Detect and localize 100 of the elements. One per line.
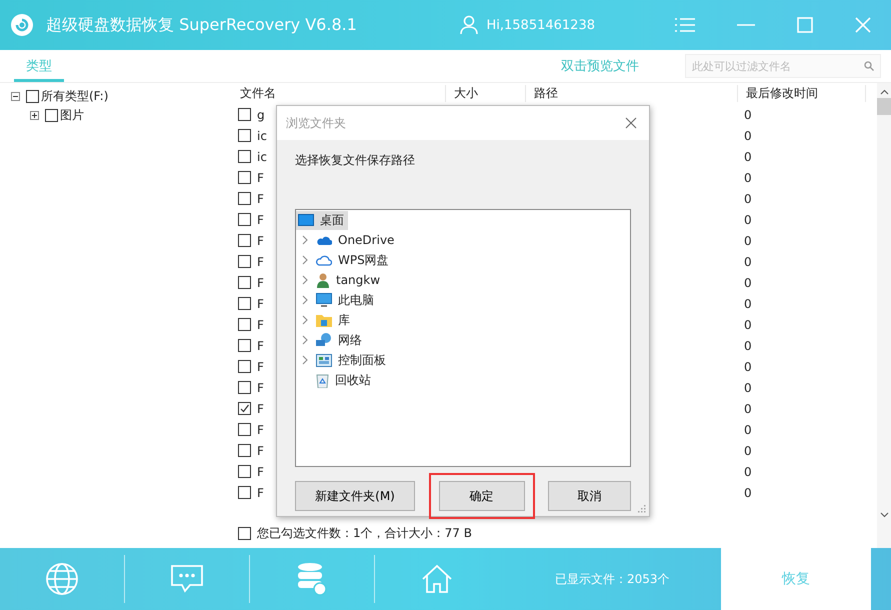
recycle-bin-icon: [316, 372, 329, 388]
cloud-icon: [316, 234, 332, 246]
file-name-cell: F: [257, 170, 264, 184]
file-name-cell: g: [257, 108, 265, 122]
column-header[interactable]: 大小: [446, 85, 526, 102]
folder-item[interactable]: OneDrive: [314, 230, 398, 250]
file-name-cell: F: [257, 192, 264, 206]
checkbox[interactable]: [238, 402, 251, 415]
file-name-cell: F: [257, 444, 264, 458]
modified-time-cell: 0: [744, 360, 752, 374]
folder-item[interactable]: 库: [314, 310, 354, 330]
checkbox[interactable]: [238, 339, 251, 352]
file-name-cell: F: [257, 212, 264, 226]
app-logo-icon: [10, 13, 34, 37]
shown-files-count: 已显示文件：2053个: [555, 570, 671, 588]
scroll-down-icon[interactable]: [880, 512, 888, 518]
checkbox[interactable]: [238, 192, 251, 205]
checkbox[interactable]: [26, 90, 39, 103]
checkbox[interactable]: [45, 109, 58, 122]
dialog-button[interactable]: 取消: [548, 481, 631, 511]
column-header[interactable]: 路径: [526, 85, 738, 102]
checkbox[interactable]: [238, 486, 251, 499]
modified-time-cell: 0: [744, 402, 752, 416]
scroll-up-icon[interactable]: [880, 89, 888, 95]
file-name-cell: ic: [257, 128, 267, 142]
modified-time-cell: 0: [744, 444, 752, 458]
checkbox[interactable]: [238, 213, 251, 226]
checkbox[interactable]: [238, 171, 251, 184]
checkbox[interactable]: [238, 527, 251, 540]
checkbox[interactable]: [238, 276, 251, 289]
scrollbar[interactable]: [877, 83, 891, 548]
checkbox[interactable]: [238, 381, 251, 394]
folder-item[interactable]: 回收站: [314, 370, 375, 390]
folder-item[interactable]: 此电脑: [314, 290, 378, 310]
file-name-cell: F: [257, 254, 264, 268]
dialog-title: 浏览文件夹: [286, 114, 346, 132]
modified-time-cell: 0: [744, 234, 752, 248]
checkbox[interactable]: [238, 234, 251, 247]
folder-item[interactable]: 网络: [314, 330, 366, 350]
checkbox[interactable]: [238, 423, 251, 436]
checkbox[interactable]: [238, 465, 251, 478]
file-name-cell: F: [257, 486, 264, 500]
file-name-cell: F: [257, 276, 264, 290]
chevron-icon[interactable]: [302, 275, 308, 285]
modified-time-cell: 0: [744, 276, 752, 290]
column-header[interactable]: 最后修改时间: [738, 85, 866, 102]
modified-time-cell: 0: [744, 108, 752, 122]
folder-item[interactable]: WPS网盘: [314, 250, 393, 270]
modified-time-cell: 0: [744, 338, 752, 352]
checkbox[interactable]: [238, 318, 251, 331]
chevron-icon[interactable]: [302, 295, 308, 305]
chevron-icon[interactable]: [302, 255, 308, 265]
checkbox[interactable]: [238, 255, 251, 268]
dialog-instruction: 选择恢复文件保存路径: [295, 152, 416, 169]
checkbox[interactable]: [238, 150, 251, 163]
modified-time-cell: 0: [744, 318, 752, 332]
dialog-button[interactable]: 确定: [438, 481, 524, 511]
user-icon: [316, 272, 330, 288]
modified-time-cell: 0: [744, 422, 752, 436]
modified-time-cell: 0: [744, 150, 752, 164]
file-name-cell: F: [257, 380, 264, 394]
user-icon: [460, 15, 478, 35]
chevron-icon[interactable]: [302, 355, 308, 365]
dialog-button[interactable]: 新建文件夹(M): [295, 481, 415, 511]
checkbox[interactable]: [238, 444, 251, 457]
monitor-icon: [316, 293, 332, 307]
tree-item[interactable]: 所有类型(F:): [41, 88, 108, 105]
chevron-icon[interactable]: [302, 315, 308, 325]
file-name-cell: ic: [257, 150, 267, 164]
folder-item[interactable]: tangkw: [314, 270, 384, 290]
checkbox[interactable]: [238, 297, 251, 310]
modified-time-cell: 0: [744, 464, 752, 478]
chevron-icon[interactable]: [302, 235, 308, 245]
selection-summary: 您已勾选文件数：1个，合计大小：77 B: [257, 525, 472, 542]
modified-time-cell: 0: [744, 296, 752, 310]
folder-item[interactable]: 桌面: [296, 210, 348, 230]
file-name-cell: F: [257, 318, 264, 332]
scroll-thumb[interactable]: [877, 98, 891, 115]
user-greeting: Hi,15851461238: [486, 18, 595, 32]
file-name-cell: F: [257, 360, 264, 374]
modified-time-cell: 0: [744, 486, 752, 500]
search-icon: [864, 61, 874, 71]
file-name-cell: F: [257, 296, 264, 310]
file-name-cell: F: [257, 402, 264, 416]
file-name-cell: F: [257, 338, 264, 352]
cloud-icon: [316, 254, 332, 266]
checkbox[interactable]: [238, 360, 251, 373]
checkbox[interactable]: [238, 108, 251, 121]
column-header[interactable]: 文件名: [232, 85, 446, 102]
close-icon[interactable]: [625, 117, 637, 129]
modified-time-cell: 0: [744, 192, 752, 206]
folder-icon: [316, 314, 332, 326]
filter-search-field[interactable]: 此处可以过滤文件名: [685, 54, 881, 78]
file-name-cell: F: [257, 422, 264, 436]
folder-item[interactable]: 控制面板: [314, 350, 390, 370]
resize-grip-icon[interactable]: [638, 505, 646, 513]
tree-item[interactable]: 图片: [60, 107, 84, 124]
chevron-icon[interactable]: [302, 335, 308, 345]
window-title: 超级硬盘数据恢复 SuperRecovery V6.8.1: [46, 14, 357, 36]
checkbox[interactable]: [238, 129, 251, 142]
